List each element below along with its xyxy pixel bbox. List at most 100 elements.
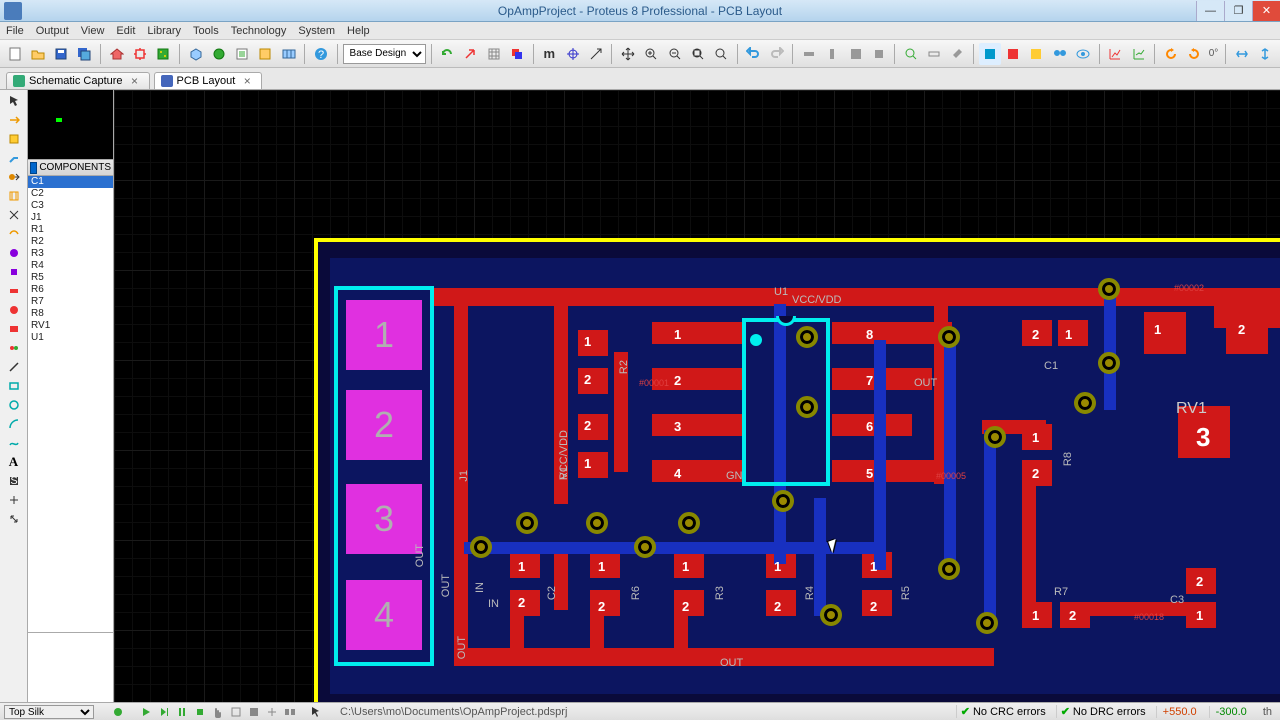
library-icon[interactable] [255, 43, 276, 65]
maximize-button[interactable]: ❐ [1224, 1, 1252, 21]
hammer-icon[interactable] [947, 43, 968, 65]
help-icon[interactable]: ? [310, 43, 331, 65]
minimize-button[interactable]: — [1196, 1, 1224, 21]
menu-output[interactable]: Output [36, 25, 69, 37]
stop-icon[interactable] [192, 705, 208, 719]
menu-help[interactable]: Help [347, 25, 370, 37]
snap-icon[interactable] [585, 43, 606, 65]
line-tool[interactable] [3, 358, 25, 376]
tab-schematic-capture[interactable]: Schematic Capture× [6, 72, 150, 89]
disc-tool[interactable] [3, 301, 25, 319]
symbol-tool[interactable]: S [3, 472, 25, 490]
component-item[interactable]: R3 [28, 248, 113, 260]
component-item[interactable]: R5 [28, 272, 113, 284]
chart2-icon[interactable] [1128, 43, 1149, 65]
opt-yel-icon[interactable] [1026, 43, 1047, 65]
component-item[interactable]: R1 [28, 224, 113, 236]
pcb-icon[interactable] [153, 43, 174, 65]
box-tool[interactable] [3, 377, 25, 395]
t3-icon[interactable] [282, 705, 298, 719]
opt-red-icon[interactable] [1003, 43, 1024, 65]
menu-view[interactable]: View [81, 25, 105, 37]
overview-map[interactable] [28, 90, 113, 160]
step-icon[interactable] [156, 705, 172, 719]
track-tool[interactable] [3, 149, 25, 167]
component-item[interactable]: RV1 [28, 320, 113, 332]
home-icon[interactable] [106, 43, 127, 65]
refresh-icon[interactable] [437, 43, 458, 65]
pan-icon[interactable] [617, 43, 638, 65]
design-variant-select[interactable]: Base Design [343, 44, 426, 64]
menu-technology[interactable]: Technology [231, 25, 287, 37]
poly-tool[interactable] [3, 339, 25, 357]
metric-button[interactable]: m [539, 43, 560, 65]
dimension-tool[interactable] [3, 510, 25, 528]
tab-close-icon[interactable]: × [129, 75, 141, 87]
zoom-out-icon[interactable] [664, 43, 685, 65]
menu-file[interactable]: File [6, 25, 24, 37]
rot-ccw-icon[interactable] [1160, 43, 1181, 65]
auto-tool[interactable] [3, 225, 25, 243]
zoom-in-icon[interactable] [641, 43, 662, 65]
component-item[interactable]: R4 [28, 260, 113, 272]
align-icon-2[interactable] [822, 43, 843, 65]
play-icon[interactable] [138, 705, 154, 719]
menu-library[interactable]: Library [147, 25, 181, 37]
package-tool[interactable] [3, 130, 25, 148]
loop-icon[interactable] [228, 705, 244, 719]
new-icon[interactable] [4, 43, 25, 65]
component-item[interactable]: C1 [28, 176, 113, 188]
flip-h-icon[interactable] [1231, 43, 1252, 65]
zone-tool[interactable] [3, 187, 25, 205]
component-item[interactable]: R2 [28, 236, 113, 248]
layers-icon[interactable] [506, 43, 527, 65]
arrow-icon[interactable] [460, 43, 481, 65]
grid-icon[interactable] [483, 43, 504, 65]
via-tool[interactable] [3, 168, 25, 186]
component-item[interactable]: C2 [28, 188, 113, 200]
marker-tool[interactable] [3, 491, 25, 509]
component-item[interactable]: R7 [28, 296, 113, 308]
hand-icon[interactable] [210, 705, 226, 719]
component-item[interactable]: U1 [28, 332, 113, 344]
circle-pad-tool[interactable] [3, 244, 25, 262]
ratsnest-tool[interactable] [3, 206, 25, 224]
arc-tool[interactable] [3, 415, 25, 433]
open-icon[interactable] [27, 43, 48, 65]
panel-icon[interactable] [278, 43, 299, 65]
t2-icon[interactable] [264, 705, 280, 719]
origin-icon[interactable] [562, 43, 583, 65]
schematic-icon[interactable] [129, 43, 150, 65]
component-item[interactable]: C3 [28, 200, 113, 212]
layer-select[interactable]: Top Silk [4, 705, 94, 719]
component-item[interactable]: J1 [28, 212, 113, 224]
smd-pad-tool[interactable] [3, 282, 25, 300]
component-item[interactable]: R8 [28, 308, 113, 320]
menu-system[interactable]: System [298, 25, 335, 37]
zoom-area-icon[interactable] [711, 43, 732, 65]
zoom-sel-icon[interactable] [900, 43, 921, 65]
menu-tools[interactable]: Tools [193, 25, 219, 37]
tab-pcb-layout[interactable]: PCB Layout× [154, 72, 263, 89]
eye-icon[interactable] [1072, 43, 1093, 65]
refresh-layer-icon[interactable] [110, 705, 126, 719]
align-icon-1[interactable] [798, 43, 819, 65]
path-tool[interactable] [3, 434, 25, 452]
bom-icon[interactable] [231, 43, 252, 65]
components-list[interactable]: C1C2C3J1R1R2R3R4R5R6R7R8RV1U1 [28, 176, 113, 632]
square-pad-tool[interactable] [3, 263, 25, 281]
text-tool[interactable]: A [3, 453, 25, 471]
flip-v-icon[interactable] [1255, 43, 1276, 65]
align-icon-4[interactable] [868, 43, 889, 65]
circle2-tool[interactable] [3, 396, 25, 414]
align-icon-3[interactable] [845, 43, 866, 65]
3d-icon[interactable] [185, 43, 206, 65]
menu-edit[interactable]: Edit [116, 25, 135, 37]
undo-icon[interactable] [743, 43, 764, 65]
save-icon[interactable] [51, 43, 72, 65]
chart-icon[interactable] [1105, 43, 1126, 65]
find-icon[interactable] [1049, 43, 1070, 65]
component-tool[interactable] [3, 111, 25, 129]
component-item[interactable]: R6 [28, 284, 113, 296]
rot-cw-icon[interactable] [1183, 43, 1204, 65]
